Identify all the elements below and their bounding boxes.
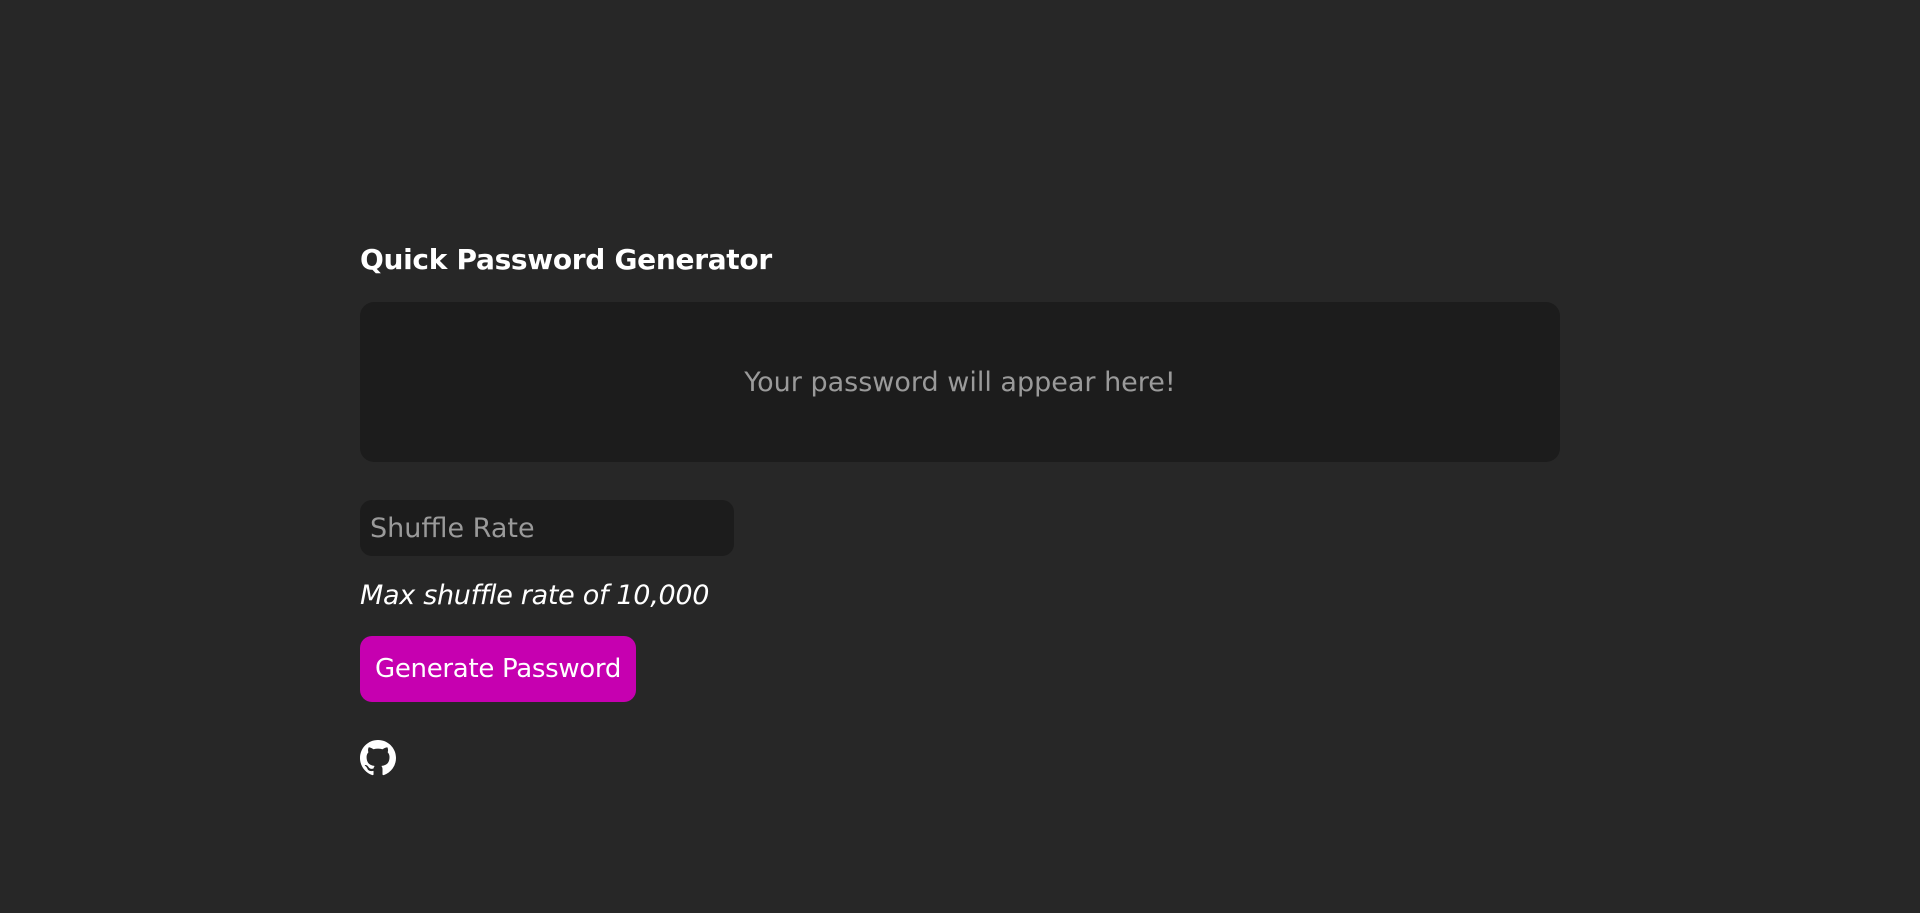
- github-link[interactable]: [360, 740, 396, 776]
- password-generator: Quick Password Generator Your password w…: [360, 240, 1560, 776]
- generate-password-button[interactable]: Generate Password: [360, 636, 637, 702]
- github-icon: [360, 740, 396, 776]
- shuffle-rate-input[interactable]: [360, 500, 734, 556]
- password-output: Your password will appear here!: [360, 302, 1560, 462]
- shuffle-rate-hint: Max shuffle rate of 10,000: [360, 580, 710, 611]
- password-output-placeholder: Your password will appear here!: [744, 366, 1176, 398]
- page-title: Quick Password Generator: [360, 243, 772, 276]
